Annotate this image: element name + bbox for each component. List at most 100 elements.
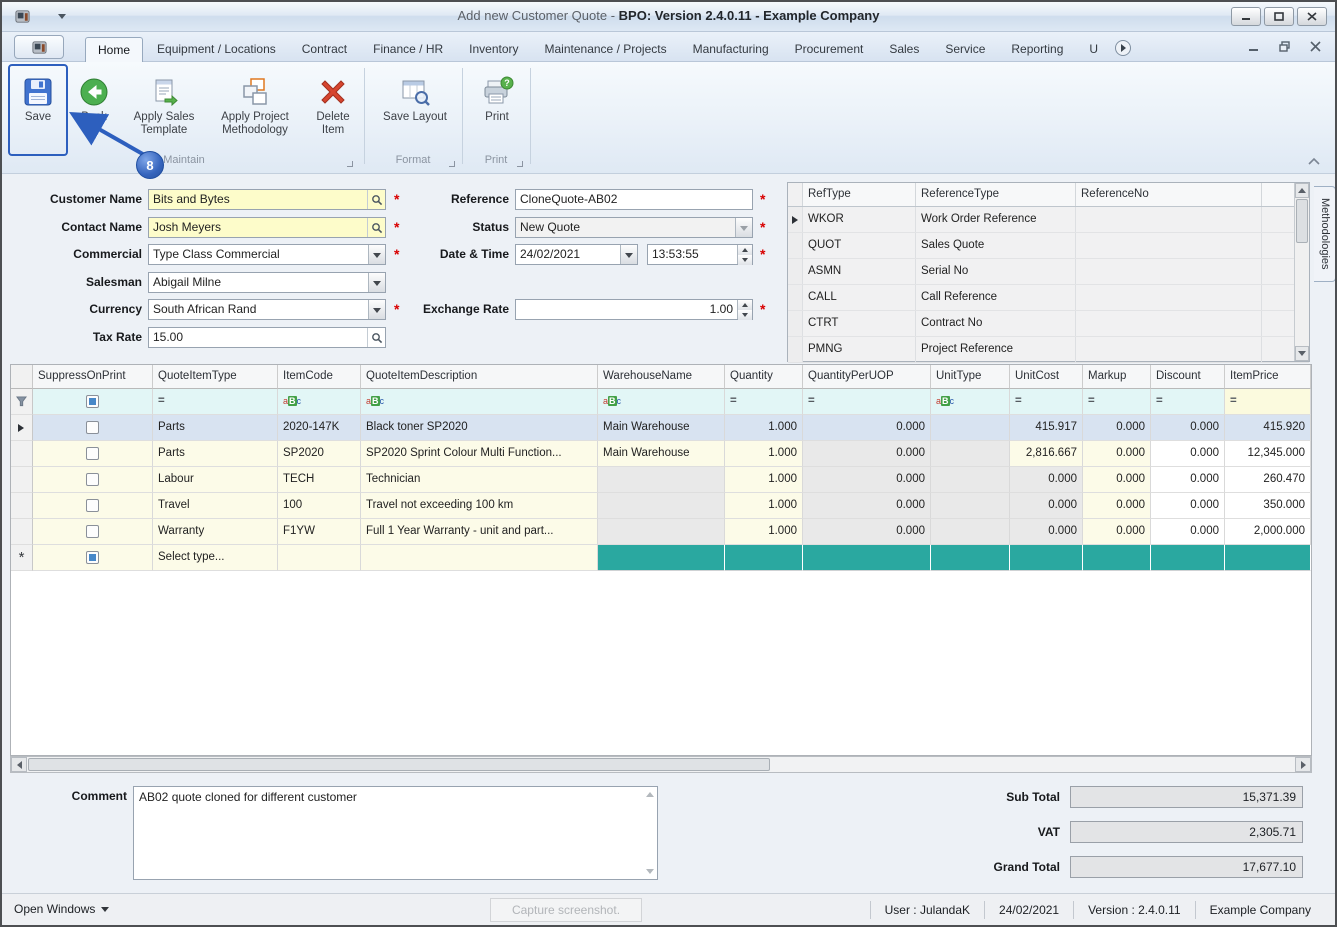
- cell-itemcode[interactable]: [278, 545, 361, 571]
- methodologies-side-tab[interactable]: Methodologies: [1314, 186, 1336, 282]
- mdi-restore-icon[interactable]: [1279, 41, 1290, 52]
- mdi-close-icon[interactable]: [1310, 41, 1321, 52]
- cell-reftype[interactable]: CALL: [803, 285, 916, 310]
- scroll-right-icon[interactable]: [1295, 757, 1311, 772]
- cell-referencetype[interactable]: Call Reference: [916, 285, 1076, 310]
- new-item-row[interactable]: *Select type...: [11, 545, 1311, 571]
- cell-quoteitemdescription[interactable]: Travel not exceeding 100 km: [361, 493, 598, 519]
- cell-reftype[interactable]: ASMN: [803, 259, 916, 284]
- tab-maintenance-projects[interactable]: Maintenance / Projects: [533, 38, 679, 61]
- tab-procurement[interactable]: Procurement: [783, 38, 876, 61]
- cell-referencetype[interactable]: Project Reference: [916, 337, 1076, 362]
- cell-itemprice[interactable]: 260.470: [1225, 467, 1311, 493]
- cell-quantityperuop[interactable]: 0.000: [803, 493, 931, 519]
- print-button[interactable]: ? Print: [468, 66, 526, 124]
- column-header-referencetype[interactable]: ReferenceType: [916, 183, 1076, 206]
- cell-unittype[interactable]: [931, 441, 1010, 467]
- cell-referencetype[interactable]: Serial No: [916, 259, 1076, 284]
- open-windows-button[interactable]: Open Windows: [14, 902, 109, 916]
- quote-item-row[interactable]: LabourTECHTechnician1.0000.0000.0000.000…: [11, 467, 1311, 493]
- customer-name-field[interactable]: Bits and Bytes: [148, 189, 386, 210]
- ref-table-row[interactable]: QUOTSales Quote: [788, 233, 1309, 259]
- cell-suppressonprint[interactable]: [33, 415, 153, 441]
- tab-manufacturing[interactable]: Manufacturing: [681, 38, 781, 61]
- cell-referencetype[interactable]: Contract No: [916, 311, 1076, 336]
- time-spinner[interactable]: [737, 245, 752, 264]
- scroll-up-icon[interactable]: [1295, 183, 1309, 198]
- quote-item-row[interactable]: Travel100Travel not exceeding 100 km1.00…: [11, 493, 1311, 519]
- cell-discount[interactable]: 0.000: [1151, 415, 1225, 441]
- tab-inventory[interactable]: Inventory: [457, 38, 530, 61]
- ref-table-row[interactable]: CTRTContract No: [788, 311, 1309, 337]
- text-filter-icon[interactable]: aBc: [283, 389, 301, 414]
- cell-markup[interactable]: [1083, 545, 1151, 571]
- filter-cell-quoteitemdescription[interactable]: aBc: [361, 389, 598, 415]
- group-launcher-icon[interactable]: [347, 161, 353, 167]
- cell-quoteitemtype[interactable]: Parts: [153, 415, 278, 441]
- filter-cell-quantity[interactable]: =: [725, 389, 803, 415]
- cell-itemcode[interactable]: F1YW: [278, 519, 361, 545]
- currency-dropdown[interactable]: South African Rand: [148, 299, 386, 320]
- cell-quoteitemdescription[interactable]: SP2020 Sprint Colour Multi Function...: [361, 441, 598, 467]
- cell-quantity[interactable]: 1.000: [725, 493, 803, 519]
- cell-suppressonprint[interactable]: [33, 519, 153, 545]
- cell-unitcost[interactable]: 2,816.667: [1010, 441, 1083, 467]
- column-header-unittype[interactable]: UnitType: [931, 365, 1010, 389]
- cell-warehousename[interactable]: [598, 519, 725, 545]
- cell-unittype[interactable]: [931, 467, 1010, 493]
- new-row-type-cell[interactable]: Select type...: [153, 545, 278, 571]
- cell-quantity[interactable]: [725, 545, 803, 571]
- group-launcher-icon[interactable]: [517, 161, 523, 167]
- cell-unittype[interactable]: [931, 493, 1010, 519]
- tab-contract[interactable]: Contract: [290, 38, 359, 61]
- equals-filter-icon[interactable]: =: [1230, 389, 1237, 414]
- apply-project-methodology-button[interactable]: Apply Project Methodology: [208, 66, 302, 137]
- filter-cell-unittype[interactable]: aBc: [931, 389, 1010, 415]
- cell-unitcost[interactable]: 415.917: [1010, 415, 1083, 441]
- cell-suppressonprint[interactable]: [33, 493, 153, 519]
- quote-item-row[interactable]: WarrantyF1YWFull 1 Year Warranty - unit …: [11, 519, 1311, 545]
- suppress-on-print-checkbox[interactable]: [86, 525, 99, 538]
- cell-quoteitemdescription[interactable]: Full 1 Year Warranty - unit and part...: [361, 519, 598, 545]
- cell-unitcost[interactable]: 0.000: [1010, 467, 1083, 493]
- column-header-itemcode[interactable]: ItemCode: [278, 365, 361, 389]
- delete-item-button[interactable]: Delete Item: [306, 66, 360, 137]
- text-filter-icon[interactable]: aBc: [603, 389, 621, 414]
- cell-suppressonprint[interactable]: [33, 545, 153, 571]
- equals-filter-icon[interactable]: =: [808, 389, 815, 414]
- cell-warehousename[interactable]: [598, 493, 725, 519]
- close-button[interactable]: [1297, 7, 1327, 26]
- tab-service[interactable]: Service: [933, 38, 997, 61]
- cell-itemcode[interactable]: TECH: [278, 467, 361, 493]
- ref-table-row[interactable]: CALLCall Reference: [788, 285, 1309, 311]
- cell-reftype[interactable]: WKOR: [803, 207, 916, 232]
- cell-itemprice[interactable]: 350.000: [1225, 493, 1311, 519]
- suppress-on-print-checkbox[interactable]: [86, 447, 99, 460]
- cell-unitcost[interactable]: [1010, 545, 1083, 571]
- suppress-on-print-checkbox[interactable]: [86, 499, 99, 512]
- cell-quantity[interactable]: 1.000: [725, 467, 803, 493]
- equals-filter-icon[interactable]: =: [158, 389, 165, 414]
- cell-discount[interactable]: 0.000: [1151, 441, 1225, 467]
- cell-quoteitemdescription[interactable]: [361, 545, 598, 571]
- filter-cell-discount[interactable]: =: [1151, 389, 1225, 415]
- filter-cell-warehousename[interactable]: aBc: [598, 389, 725, 415]
- cell-quantityperuop[interactable]: 0.000: [803, 415, 931, 441]
- mdi-minimize-icon[interactable]: [1248, 41, 1259, 52]
- apply-sales-template-button[interactable]: Apply Sales Template: [124, 66, 204, 137]
- cell-referenceno[interactable]: [1076, 233, 1262, 258]
- reference-field[interactable]: CloneQuote-AB02: [515, 189, 753, 210]
- column-header-quoteitemdescription[interactable]: QuoteItemDescription: [361, 365, 598, 389]
- cell-referenceno[interactable]: [1076, 337, 1262, 362]
- filter-cell-quantityperuop[interactable]: =: [803, 389, 931, 415]
- cell-quantityperuop[interactable]: [803, 545, 931, 571]
- contact-name-field[interactable]: Josh Meyers: [148, 217, 386, 238]
- tax-rate-field[interactable]: 15.00: [148, 327, 386, 348]
- cell-quantity[interactable]: 1.000: [725, 519, 803, 545]
- back-button[interactable]: Back: [68, 66, 120, 124]
- equals-filter-icon[interactable]: =: [1088, 389, 1095, 414]
- cell-discount[interactable]: 0.000: [1151, 493, 1225, 519]
- cell-referenceno[interactable]: [1076, 311, 1262, 336]
- cell-warehousename[interactable]: [598, 467, 725, 493]
- text-filter-icon[interactable]: aBc: [936, 389, 954, 414]
